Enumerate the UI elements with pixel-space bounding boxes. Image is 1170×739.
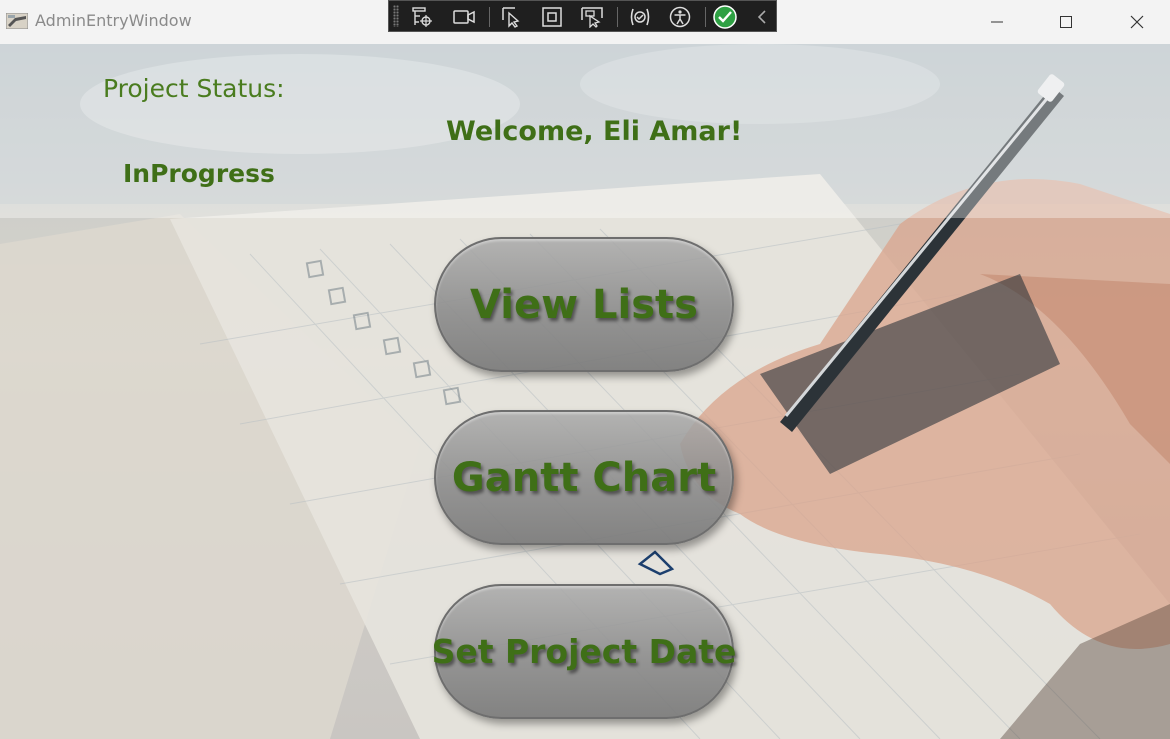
accessibility-checker-button[interactable] (667, 4, 693, 30)
display-adorners-button[interactable] (539, 4, 565, 30)
debug-toolbar (388, 0, 777, 32)
binding-failures-icon (630, 8, 650, 26)
select-element-icon (502, 7, 520, 28)
maximize-icon (1060, 16, 1072, 28)
welcome-message: Welcome, Eli Amar! (446, 116, 743, 147)
gantt-chart-button[interactable]: Gantt Chart (434, 410, 734, 545)
project-status-label: Project Status: (103, 74, 285, 103)
content-area: Project Status: InProgress Welcome, Eli … (0, 44, 1170, 739)
binding-failures-button[interactable] (627, 4, 653, 30)
track-focus-icon (581, 7, 603, 28)
minimize-icon (991, 21, 1003, 23)
close-icon (1130, 15, 1144, 29)
admin-entry-window: AdminEntryWindow Project Status: InProgr… (0, 0, 1170, 739)
project-status-value: InProgress (123, 159, 275, 188)
view-lists-button[interactable]: View Lists (434, 237, 734, 372)
live-visual-tree-icon (412, 7, 432, 27)
chevron-left-icon (757, 10, 766, 24)
track-focus-button[interactable] (579, 4, 605, 30)
close-button[interactable] (1102, 0, 1170, 44)
hot-reload-status-button[interactable] (712, 4, 738, 30)
window-title: AdminEntryWindow (35, 11, 192, 30)
select-element-button[interactable] (499, 4, 525, 30)
gantt-chart-label: Gantt Chart (451, 454, 717, 501)
set-project-date-button[interactable]: Set Project Date (431, 584, 737, 719)
live-visual-tree-button[interactable] (409, 4, 435, 30)
display-adorners-icon (542, 7, 562, 27)
minimize-button[interactable] (962, 0, 1032, 44)
record-icon (453, 10, 475, 24)
record-button[interactable] (451, 4, 477, 30)
maximize-button[interactable] (1031, 0, 1101, 44)
hot-reload-ok-icon (713, 5, 737, 29)
view-lists-label: View Lists (470, 281, 698, 328)
set-project-date-label: Set Project Date (431, 632, 737, 671)
collapse-toolbar-button[interactable] (749, 4, 775, 30)
accessibility-icon (669, 6, 691, 28)
toolbar-grip[interactable] (393, 5, 399, 27)
app-icon (6, 13, 28, 29)
